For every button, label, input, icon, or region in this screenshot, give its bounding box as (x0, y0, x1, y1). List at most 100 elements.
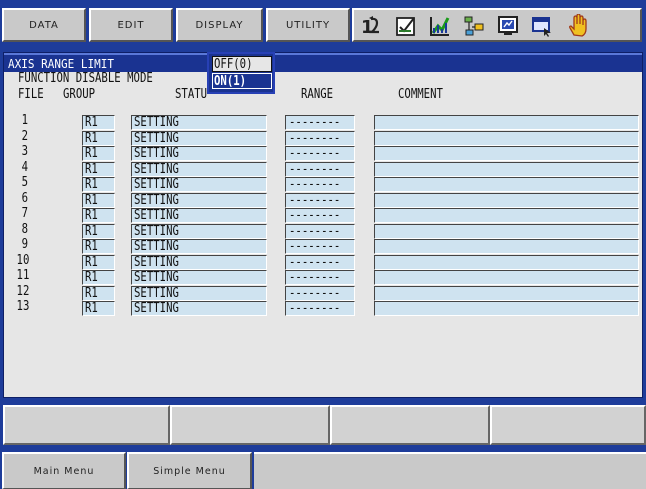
header-file: FILE (18, 87, 44, 102)
table-row[interactable]: 7 R1 SETTING -------- (4, 206, 642, 223)
file-number: 8 (21, 221, 28, 237)
table-row[interactable]: 9 R1 SETTING -------- (4, 237, 642, 254)
comment-cell[interactable] (374, 270, 639, 285)
table-row[interactable]: 4 R1 SETTING -------- (4, 160, 642, 177)
status-cell[interactable]: SETTING (131, 146, 267, 161)
range-cell[interactable]: -------- (285, 208, 355, 223)
group-cell[interactable]: R1 (82, 301, 115, 316)
range-cell[interactable]: -------- (285, 192, 355, 208)
status-cell[interactable]: SETTING (131, 208, 267, 223)
table-row[interactable]: 11 R1 SETTING -------- (4, 268, 642, 285)
group-cell[interactable]: R1 (82, 161, 115, 177)
range-cell[interactable]: -------- (285, 254, 355, 270)
comment-cell[interactable] (374, 254, 639, 270)
group-cell[interactable]: R1 (82, 130, 115, 146)
comment-cell[interactable] (374, 192, 639, 208)
table-row[interactable]: 12 R1 SETTING -------- (4, 284, 642, 301)
status-cell[interactable]: SETTING (131, 130, 267, 146)
status-cell[interactable]: SETTING (131, 301, 267, 316)
network-icon[interactable] (462, 14, 486, 38)
group-cell[interactable]: R1 (82, 254, 115, 270)
header-group: GROUP (63, 87, 96, 102)
range-cell[interactable]: -------- (285, 177, 355, 192)
menu-display-tab[interactable]: DISPLAY (176, 8, 263, 42)
table-row[interactable]: 13 R1 SETTING -------- (4, 299, 642, 316)
range-cell[interactable]: -------- (285, 130, 355, 146)
menu-edit-tab[interactable]: EDIT (89, 8, 173, 42)
header-status: STATU (175, 87, 208, 102)
range-cell[interactable]: -------- (285, 146, 355, 161)
function-disable-mode-label: FUNCTION DISABLE MODE (18, 71, 153, 86)
table-row[interactable]: 5 R1 SETTING -------- (4, 175, 642, 192)
table-row[interactable]: 2 R1 SETTING -------- (4, 129, 642, 146)
status-cell[interactable]: SETTING (131, 270, 267, 285)
main-menu-button[interactable]: Main Menu (2, 452, 126, 489)
edit-checkbox-icon[interactable] (394, 14, 418, 38)
comment-cell[interactable] (374, 239, 639, 254)
status-cell[interactable]: SETTING (131, 223, 267, 239)
status-cell[interactable]: SETTING (131, 115, 267, 130)
comment-cell[interactable] (374, 115, 639, 130)
function-key-row (0, 405, 646, 445)
function-key-4[interactable] (490, 405, 646, 445)
hand-icon[interactable] (566, 14, 590, 38)
range-cell[interactable]: -------- (285, 115, 355, 130)
status-cell[interactable]: SETTING (131, 161, 267, 177)
monitor-icon[interactable] (496, 14, 520, 38)
robot-axes-icon[interactable]: 1 (360, 14, 384, 38)
table-row[interactable]: 3 R1 SETTING -------- (4, 144, 642, 161)
comment-cell[interactable] (374, 177, 639, 192)
group-cell[interactable]: R1 (82, 223, 115, 239)
table-row[interactable]: 6 R1 SETTING -------- (4, 191, 642, 208)
range-cell[interactable]: -------- (285, 270, 355, 285)
file-number: 1 (21, 113, 28, 128)
table-row[interactable]: 8 R1 SETTING -------- (4, 221, 642, 239)
top-menu-bar: DATA EDIT DISPLAY UTILITY 1 (0, 0, 646, 50)
option-on[interactable]: ON(1) (212, 73, 272, 89)
page-title: AXIS RANGE LIMIT (8, 56, 114, 71)
function-key-3[interactable] (330, 405, 490, 445)
range-cell[interactable]: -------- (285, 285, 355, 301)
group-cell[interactable]: R1 (82, 177, 115, 192)
window-icon[interactable] (530, 14, 554, 38)
range-cell[interactable]: -------- (285, 161, 355, 177)
menu-data-tab[interactable]: DATA (2, 8, 86, 42)
range-cell[interactable]: -------- (285, 223, 355, 239)
group-cell[interactable]: R1 (82, 146, 115, 161)
comment-cell[interactable] (374, 285, 639, 301)
status-cell[interactable]: SETTING (131, 177, 267, 192)
comment-cell[interactable] (374, 161, 639, 177)
file-number: 5 (21, 175, 28, 190)
table-row[interactable]: 10 R1 SETTING -------- (4, 252, 642, 270)
group-cell[interactable]: R1 (82, 192, 115, 208)
chart-icon[interactable] (428, 14, 452, 38)
status-cell[interactable]: SETTING (131, 192, 267, 208)
comment-cell[interactable] (374, 208, 639, 223)
group-cell[interactable]: R1 (82, 115, 115, 130)
function-key-2[interactable] (170, 405, 330, 445)
comment-cell[interactable] (374, 223, 639, 239)
title-bar: AXIS RANGE LIMIT (4, 53, 642, 72)
header-comment: COMMENT (398, 87, 443, 102)
status-cell[interactable]: SETTING (131, 285, 267, 301)
comment-cell[interactable] (374, 301, 639, 316)
status-cell[interactable]: SETTING (131, 254, 267, 270)
group-cell[interactable]: R1 (82, 208, 115, 223)
range-cell[interactable]: -------- (285, 301, 355, 316)
comment-cell[interactable] (374, 146, 639, 161)
table-row[interactable]: 1 R1 SETTING -------- (4, 113, 642, 130)
simple-menu-button[interactable]: Simple Menu (127, 452, 252, 489)
file-number: 7 (21, 206, 28, 221)
file-number: 9 (21, 237, 28, 252)
range-cell[interactable]: -------- (285, 239, 355, 254)
status-cell[interactable]: SETTING (131, 239, 267, 254)
group-cell[interactable]: R1 (82, 239, 115, 254)
menu-utility-tab[interactable]: UTILITY (266, 8, 350, 42)
group-cell[interactable]: R1 (82, 285, 115, 301)
file-number: 10 (16, 252, 30, 268)
comment-cell[interactable] (374, 130, 639, 146)
group-cell[interactable]: R1 (82, 270, 115, 285)
function-key-1[interactable] (3, 405, 170, 445)
option-off[interactable]: OFF(0) (212, 56, 272, 72)
mode-select-popup[interactable]: OFF(0) ON(1) (207, 52, 275, 94)
